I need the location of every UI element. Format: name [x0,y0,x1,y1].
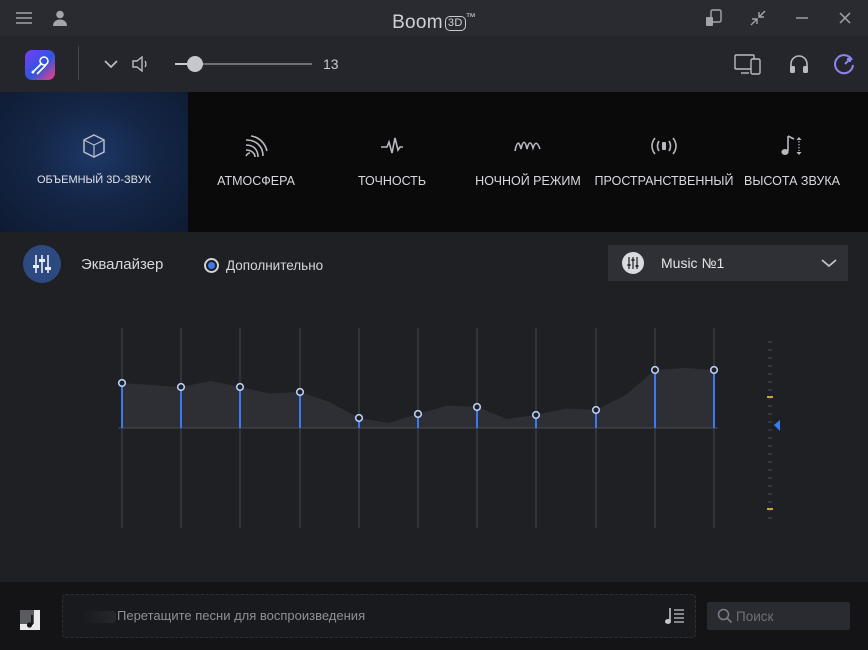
eq-band-knob[interactable] [354,413,364,423]
eq-band-knob[interactable] [235,382,245,392]
volume-slider-knob[interactable] [187,56,203,72]
search-icon [717,608,733,624]
level-meter [767,341,780,519]
eq-band-knob[interactable] [117,378,127,388]
advanced-radio[interactable] [204,258,219,273]
drop-zone-shade [80,611,116,623]
effect-label: ОБЪЕМНЫЙ 3D-ЗВУК [37,174,151,186]
meter-pointer-icon[interactable] [774,420,780,431]
output-device-icon[interactable] [733,51,763,77]
equalizer-graph [117,328,780,528]
effect-label: АТМОСФЕРА [217,174,295,188]
playlist-icon[interactable] [664,606,686,626]
speaker-icon[interactable] [130,54,150,74]
search-input[interactable] [736,606,846,626]
boom-effects-icon[interactable] [831,52,857,76]
effect-pitch[interactable]: ВЫСОТА ЗВУКА [738,92,846,232]
effect-label: ПРОСТРАНСТВЕННЫЙ [594,174,734,188]
eq-band-knob[interactable] [295,387,305,397]
boom3d-window: Boom 3D ™ 13 ОБЪЕМНЫЙ 3D-ЗВУК АТМОСФЕРА … [0,0,868,650]
night-mode-icon [513,132,543,160]
collapse-arrows-icon[interactable] [747,7,769,29]
effect-label: ВЫСОТА ЗВУКА [744,174,840,188]
chevron-down-icon[interactable] [101,54,121,74]
eq-band-knob[interactable] [650,365,660,375]
effect-ambience[interactable]: АТМОСФЕРА [196,92,316,232]
equalizer-sliders-icon [33,255,51,273]
effect-3d-surround[interactable]: ОБЪЕМНЫЙ 3D-ЗВУК [0,92,188,232]
remote-icon[interactable] [703,7,725,29]
volume-value: 13 [323,56,339,72]
eq-band-knob[interactable] [413,409,423,419]
eq-band-knob[interactable] [709,365,719,375]
drop-zone-text: Перетащите песни для воспроизведения [117,608,366,623]
eq-band-knob[interactable] [531,410,541,420]
effect-fidelity[interactable]: ТОЧНОСТЬ [332,92,452,232]
preset-equalizer-icon [622,252,644,274]
eq-band-knob[interactable] [176,382,186,392]
cube-icon [79,132,109,160]
toolbar-divider [78,46,79,80]
spatial-icon [649,132,679,160]
advanced-label[interactable]: Дополнительно [226,258,323,273]
close-icon[interactable] [834,7,856,29]
preset-name: Music №1 [661,255,725,271]
title-bar [0,0,868,36]
eq-band-knob[interactable] [591,405,601,415]
album-art-icon[interactable] [19,609,41,631]
ambience-icon [241,132,271,160]
effect-label: ТОЧНОСТЬ [357,174,427,188]
equalizer-toggle-button[interactable] [23,245,61,283]
user-icon[interactable] [49,7,71,29]
effect-spatial[interactable]: ПРОСТРАНСТВЕННЫЙ [595,92,733,232]
headphones-icon[interactable] [787,52,811,76]
chevron-down-icon [818,252,840,274]
effect-night-mode[interactable]: НОЧНОЙ РЕЖИМ [468,92,588,232]
fidelity-icon [377,132,407,160]
app-logo-icon[interactable] [25,50,55,80]
minimize-icon[interactable] [791,7,813,29]
pitch-icon [777,132,807,160]
effect-label: НОЧНОЙ РЕЖИМ [475,174,581,188]
preset-dropdown[interactable] [608,245,848,281]
equalizer-title: Эквалайзер [81,256,164,273]
eq-band-knob[interactable] [472,402,482,412]
hamburger-icon[interactable] [13,7,35,29]
